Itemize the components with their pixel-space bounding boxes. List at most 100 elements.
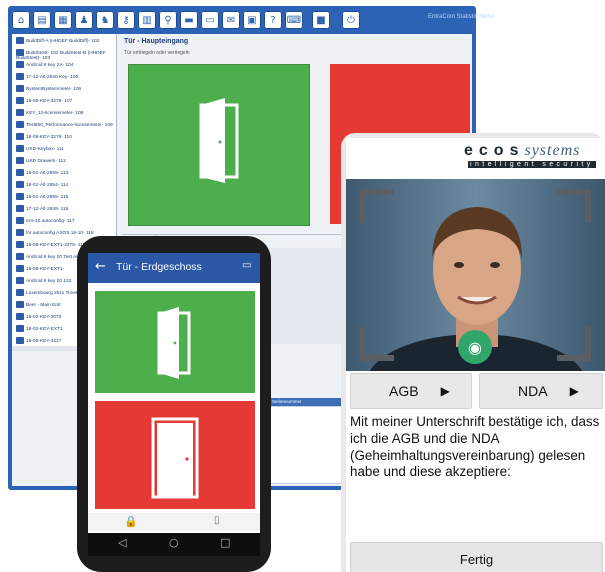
book-icon[interactable]: ▯ — [214, 515, 220, 526]
device-icon — [16, 109, 24, 116]
tree-item-label: BystemBystemmeter- 106 — [26, 86, 82, 92]
tree-item-label: 18-01-Alt-2865- 115 — [26, 194, 69, 200]
closed-door-icon — [151, 417, 199, 499]
tree-item[interactable]: ecs-10 autoconfig- 117 — [16, 217, 116, 229]
tree-item-label: 18-08-KEY-EXT1-3275- 119 — [26, 242, 86, 248]
tree-item-label: Android 6 key 20 122 — [26, 278, 72, 284]
tree-item[interactable]: 18-01-Alt-2865- 115 — [16, 193, 116, 205]
tree-item-label: 18-02-KEY-EXT1 — [26, 326, 63, 332]
brand-logo: ecossystems — [464, 142, 580, 160]
agb-button[interactable]: AGB ▶ — [350, 373, 472, 409]
camera-icon[interactable]: ■ — [312, 11, 330, 29]
search-icon[interactable]: ⚲ — [159, 11, 177, 29]
help-icon[interactable]: ? — [264, 11, 282, 29]
tree-item-label: 18-06-KEY-3275- 107 — [26, 98, 73, 104]
tree-item[interactable]: 18-08-KEY-3278- 110 — [16, 133, 116, 145]
tree-item[interactable]: 17-12-Alt-2848- 116 — [16, 205, 116, 217]
tree-item-label: 18-01-Alt-2854- 114 — [26, 182, 69, 188]
nav-back-icon[interactable]: ◁ — [118, 536, 126, 549]
device-icon — [16, 277, 24, 284]
tree-item-label: 18-05-KEY-3317 — [26, 338, 62, 344]
device-icon — [16, 61, 24, 68]
phone-lock-button[interactable] — [95, 401, 255, 509]
brand-tagline: intelligent security — [468, 161, 596, 168]
grid-icon[interactable]: ▦ — [54, 11, 72, 29]
nda-label: NDA — [518, 383, 548, 399]
printer-icon[interactable]: ▭ — [201, 11, 219, 29]
device-icon — [16, 133, 24, 140]
tree-item[interactable]: Test860_Performance-licensemeter- 109 — [16, 121, 116, 133]
nav-home-icon[interactable]: ○ — [169, 536, 179, 549]
device-icon — [16, 121, 24, 128]
tree-item-label: 17-12-Alt-2840 Key- 105 — [26, 74, 79, 80]
frame-corner-br — [557, 327, 591, 361]
unlock-door-button[interactable] — [128, 64, 310, 226]
calendar-icon[interactable]: ▣ — [243, 11, 261, 29]
back-arrow-icon[interactable]: ← — [95, 259, 106, 274]
key-icon[interactable]: ⚷ — [117, 11, 135, 29]
home-icon[interactable]: ⌂ — [12, 11, 30, 29]
device-icon — [16, 169, 24, 176]
agb-label: AGB — [389, 383, 419, 399]
page-title: Tür - Haupteingang — [124, 38, 189, 45]
tree-item[interactable]: 18-01-Alt-2854- 114 — [16, 181, 116, 193]
status-text: EntraCom Statistic demo — [428, 14, 495, 20]
users-icon[interactable]: ♞ — [96, 11, 114, 29]
bottom-tab-bar — [88, 513, 260, 531]
user-icon[interactable]: ♟ — [75, 11, 93, 29]
tree-item[interactable]: 18-06-KEY-3275- 107 — [16, 97, 116, 109]
consent-text: Mit meiner Unterschrift bestätige ich, d… — [350, 414, 600, 480]
device-icon — [16, 301, 24, 308]
device-icon — [16, 73, 24, 80]
device-icon — [16, 37, 24, 44]
phone-device: ← Tür - Erdgeschoss ▭ 🔒 ▯ ◁ ○ □ — [77, 236, 271, 572]
tree-item[interactable]: 17-12-Alt-2840 Key- 105 — [16, 73, 116, 85]
device-icon — [16, 97, 24, 104]
tree-item-label: ecs-10 autoconfig- 117 — [26, 218, 75, 224]
brand-name: ecos — [464, 142, 525, 159]
tree-item[interactable]: BuildDiff-A (HHDEF BuildDiff)- 102 — [16, 37, 116, 49]
tree-item[interactable]: Android 6 key 2A- 104 — [16, 61, 116, 73]
device-icon — [16, 337, 24, 344]
tree-item[interactable]: KEY_10-licensemeter- 108 — [16, 109, 116, 121]
tree-item[interactable]: 18-01-Alt-2859- 113 — [16, 169, 116, 181]
tree-item[interactable]: UKD Drawers- 112 — [16, 157, 116, 169]
device-icon — [16, 217, 24, 224]
lock-icon[interactable]: 🔒 — [124, 515, 138, 528]
device-icon — [16, 265, 24, 272]
tree-item-label: 18-02-KEY-3073 — [26, 314, 62, 320]
device-icon — [16, 205, 24, 212]
document-icon[interactable]: ▥ — [138, 11, 156, 29]
phone-unlock-button[interactable] — [95, 291, 255, 393]
frame-corner-bl — [360, 327, 394, 361]
device-icon — [16, 85, 24, 92]
power-icon[interactable]: ⏻ — [342, 11, 360, 29]
device-icon — [16, 193, 24, 200]
tree-item[interactable]: BuildStest- 102 BuildStest-B (HHDEF Buil… — [16, 49, 116, 61]
keyboard-icon[interactable]: ⌨ — [285, 11, 303, 29]
window-icon[interactable]: ▭ — [242, 260, 251, 271]
play-arrow-icon: ▶ — [569, 384, 579, 398]
tree-item-label: UKD Drawers- 112 — [26, 158, 66, 164]
tree-item-label: BuildDiff-A (HHDEF BuildDiff)- 102 — [26, 38, 100, 44]
tree-item[interactable]: BystemBystemmeter- 106 — [16, 85, 116, 97]
play-arrow-icon: ▶ — [440, 384, 450, 398]
tree-item-label: 18-08-KEY-3278- 110 — [26, 134, 72, 140]
device-icon — [16, 325, 24, 332]
done-button[interactable]: Fertig — [350, 542, 603, 572]
tree-item[interactable]: UKD-Keybox- 111 — [16, 145, 116, 157]
envelope-icon[interactable]: ✉ — [222, 11, 240, 29]
nda-button[interactable]: NDA ▶ — [479, 373, 603, 409]
list-icon[interactable]: ▤ — [33, 11, 51, 29]
nav-recent-icon[interactable]: □ — [220, 536, 230, 549]
card-icon[interactable]: ▬ — [180, 11, 198, 29]
toolbar: ⌂ ▤ ▦ ♟ ♞ ⚷ ▥ ⚲ ▬ ▭ ✉ ▣? ⌨ ■ ⏻ — [12, 9, 472, 33]
device-icon — [16, 49, 24, 56]
camera-icon[interactable]: ◉ — [458, 330, 492, 364]
device-icon — [16, 289, 24, 296]
tree-item-label: 18-08-KEY-EXT1- — [26, 266, 65, 272]
brand-tagline-text: intelligent security — [470, 161, 594, 168]
frame-corner-tl — [360, 189, 394, 223]
phone-screen: ← Tür - Erdgeschoss ▭ 🔒 ▯ ◁ ○ □ — [88, 253, 260, 556]
tree-item-label: UKD-Keybox- 111 — [26, 146, 64, 152]
